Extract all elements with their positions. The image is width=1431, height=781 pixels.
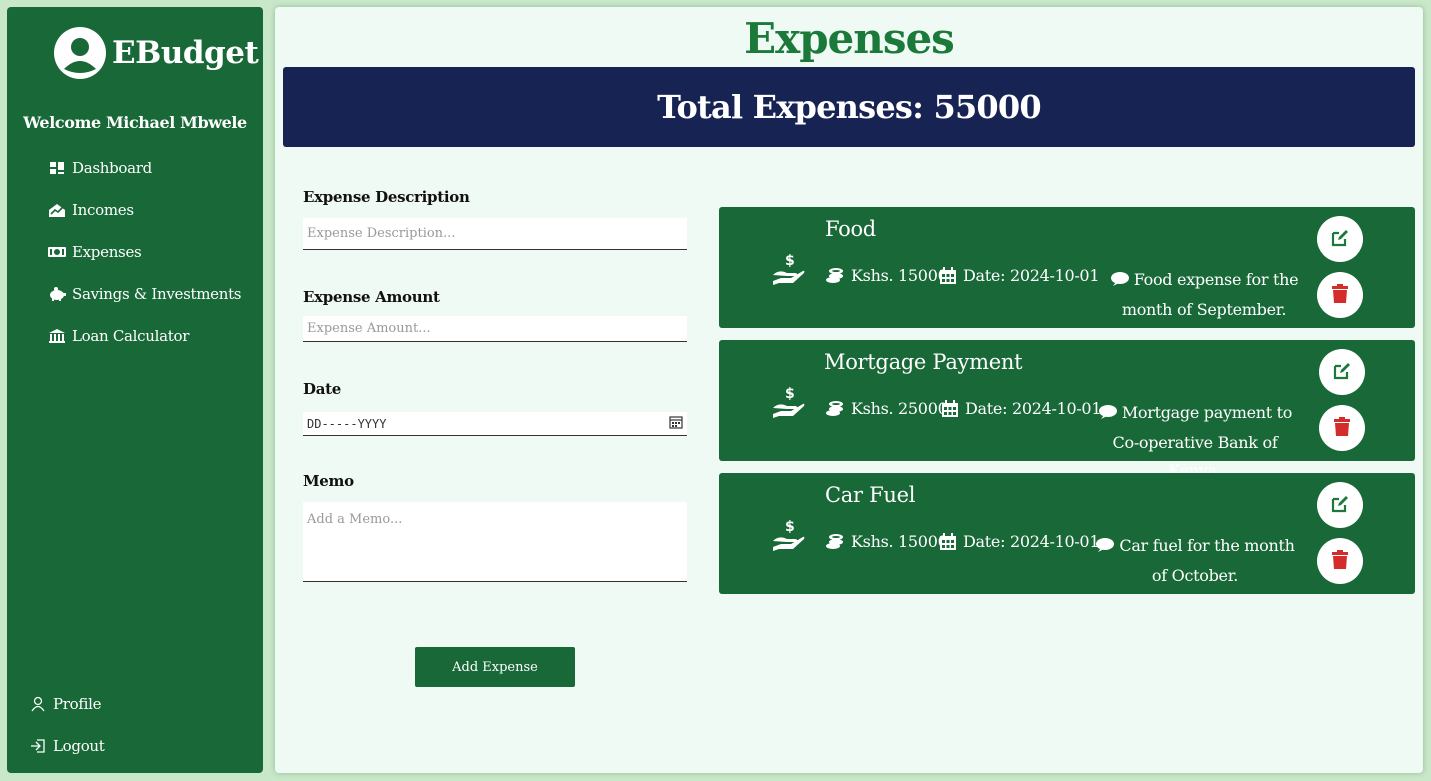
- expense-date: Date: 2024-10-01: [941, 399, 1102, 418]
- date-text: Date: 2024-10-01: [965, 399, 1102, 418]
- add-expense-button[interactable]: Add Expense: [415, 647, 575, 687]
- trash-icon: [1333, 416, 1351, 440]
- date-group: Date DD-----YYYY: [303, 379, 687, 436]
- description-group: Expense Description: [303, 187, 687, 250]
- coins-icon: [825, 400, 845, 418]
- expense-description-input[interactable]: [303, 218, 687, 250]
- amount-text: Kshs. 15000: [851, 532, 948, 551]
- sidebar-item-logout[interactable]: Logout: [28, 725, 105, 767]
- memo-label: Memo: [303, 472, 354, 490]
- app-title: EBudget: [112, 35, 259, 71]
- sidebar-item-savings[interactable]: Savings & Investments: [47, 273, 242, 315]
- sidebar-item-dashboard[interactable]: Dashboard: [47, 147, 241, 189]
- sidebar-item-label: Loan Calculator: [72, 327, 190, 345]
- expense-amount: Kshs. 25000: [825, 399, 948, 418]
- sidebar-item-profile[interactable]: Profile: [28, 683, 105, 725]
- edit-icon: [1332, 361, 1352, 384]
- person-icon: [28, 696, 48, 712]
- hand-money-icon: $: [771, 251, 807, 287]
- amount-text: Kshs. 15000: [851, 266, 948, 285]
- trash-icon: [1331, 549, 1349, 573]
- expense-date: Date: 2024-10-01: [939, 266, 1100, 285]
- user-avatar-icon: [54, 27, 106, 79]
- delete-button[interactable]: [1317, 272, 1363, 318]
- chart-house-icon: [47, 202, 67, 218]
- brand: EBudget: [54, 27, 259, 79]
- description-label: Expense Description: [303, 188, 470, 206]
- expense-card: $ Food Kshs. 15000 Date: 2024-10-01 Food…: [719, 207, 1415, 328]
- date-text: Date: 2024-10-01: [963, 266, 1100, 285]
- memo-text: Mortgage payment to Co-operative Bank of…: [1112, 403, 1293, 480]
- calendar-icon: [939, 266, 957, 285]
- sidebar-item-label: Savings & Investments: [72, 285, 242, 303]
- sidebar-item-label: Incomes: [72, 201, 134, 219]
- sidebar-item-incomes[interactable]: Incomes: [47, 189, 241, 231]
- memo-textarea[interactable]: [303, 502, 687, 582]
- sidebar-item-label: Dashboard: [72, 159, 152, 177]
- svg-text:$: $: [785, 386, 795, 402]
- coins-icon: [825, 533, 845, 551]
- date-input[interactable]: DD-----YYYY: [303, 412, 687, 436]
- date-placeholder: DD-----YYYY: [307, 416, 387, 431]
- date-text: Date: 2024-10-01: [963, 532, 1100, 551]
- expense-title: Mortgage Payment: [824, 350, 1023, 374]
- edit-button[interactable]: [1317, 482, 1363, 528]
- sidebar-nav: Dashboard Incomes Expenses Savings & Inv…: [47, 147, 242, 357]
- amount-text: Kshs. 25000: [851, 399, 948, 418]
- calendar-picker-icon[interactable]: [669, 415, 683, 432]
- main-panel: Expenses Total Expenses: 55000 Expense D…: [275, 7, 1423, 773]
- expense-title: Food: [825, 217, 876, 241]
- sidebar-item-label: Expenses: [72, 243, 142, 261]
- comment-icon: [1095, 534, 1115, 562]
- memo-text: Car fuel for the month of October.: [1119, 536, 1295, 585]
- bank-icon: [47, 328, 67, 344]
- expense-memo: Food expense for the month of September.: [1099, 266, 1309, 324]
- sidebar-item-label: Logout: [53, 737, 105, 755]
- logout-icon: [28, 738, 48, 754]
- sidebar: EBudget Welcome Michael Mbwele Dashboard…: [7, 7, 263, 773]
- amount-group: Expense Amount: [303, 287, 687, 342]
- comment-icon: [1110, 268, 1130, 296]
- expense-card: $ Car Fuel Kshs. 15000 Date: 2024-10-01 …: [719, 473, 1415, 594]
- calendar-icon: [939, 532, 957, 551]
- coins-icon: [825, 267, 845, 285]
- svg-text:$: $: [785, 253, 795, 269]
- expense-amount-input[interactable]: [303, 316, 687, 342]
- date-label: Date: [303, 380, 341, 398]
- welcome-text: Welcome Michael Mbwele: [23, 113, 247, 132]
- comment-icon: [1098, 401, 1118, 429]
- expense-list: $ Food Kshs. 15000 Date: 2024-10-01 Food…: [719, 207, 1415, 606]
- piggy-bank-icon: [47, 286, 67, 302]
- expense-date: Date: 2024-10-01: [939, 532, 1100, 551]
- svg-text:$: $: [785, 519, 795, 535]
- dashboard-icon: [47, 160, 67, 176]
- expense-title: Car Fuel: [825, 483, 916, 507]
- total-expenses-banner: Total Expenses: 55000: [283, 67, 1415, 147]
- sidebar-item-loan-calculator[interactable]: Loan Calculator: [47, 315, 241, 357]
- hand-money-icon: $: [771, 517, 807, 553]
- edit-icon: [1330, 228, 1350, 251]
- memo-group: Memo: [303, 471, 687, 582]
- edit-icon: [1330, 494, 1350, 517]
- edit-button[interactable]: [1317, 216, 1363, 262]
- edit-button[interactable]: [1319, 349, 1365, 395]
- sidebar-item-label: Profile: [53, 695, 102, 713]
- sidebar-bottom-nav: Profile Logout: [28, 683, 105, 767]
- expense-amount: Kshs. 15000: [825, 532, 948, 551]
- money-bill-icon: [47, 244, 67, 260]
- delete-button[interactable]: [1319, 405, 1365, 451]
- expense-memo: Car fuel for the month of October.: [1095, 532, 1295, 590]
- trash-icon: [1331, 283, 1349, 307]
- expense-amount: Kshs. 15000: [825, 266, 948, 285]
- memo-text: Food expense for the month of September.: [1121, 270, 1299, 319]
- page-title: Expenses: [744, 14, 955, 63]
- sidebar-item-expenses[interactable]: Expenses: [47, 231, 241, 273]
- hand-money-icon: $: [771, 384, 807, 420]
- calendar-icon: [941, 399, 959, 418]
- delete-button[interactable]: [1317, 538, 1363, 584]
- amount-label: Expense Amount: [303, 288, 440, 306]
- expense-card: $ Mortgage Payment Kshs. 25000 Date: 202…: [719, 340, 1415, 480]
